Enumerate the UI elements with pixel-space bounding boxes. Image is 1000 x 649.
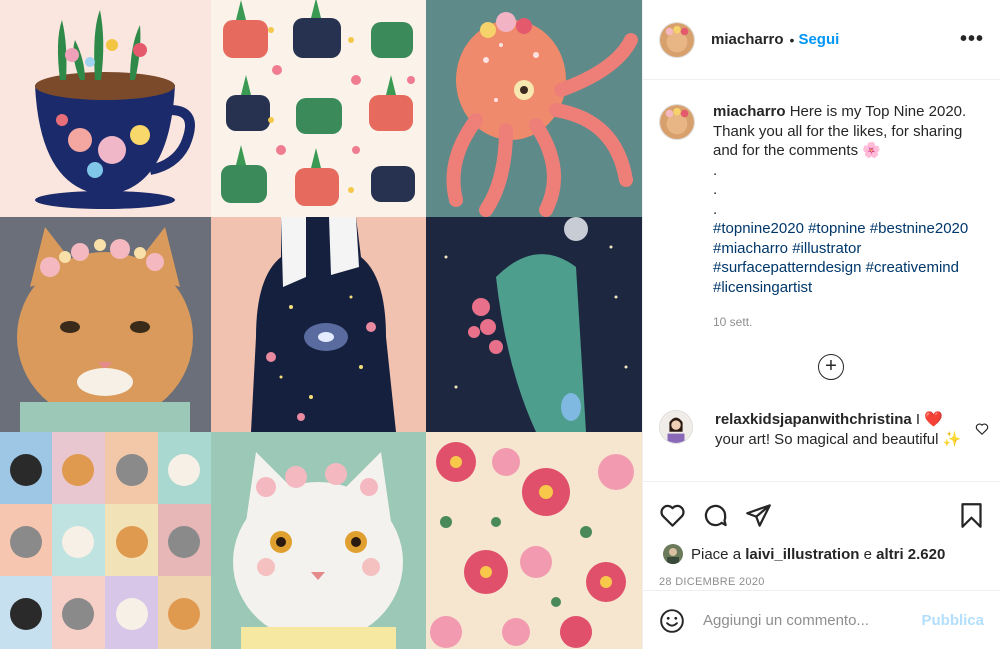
post-side-panel: miacharro • Segui ••• miacharro Here is … <box>642 0 1000 649</box>
tile-whale-space <box>426 217 642 432</box>
follow-button[interactable]: Segui <box>798 31 839 48</box>
tile-cats-grid <box>0 432 211 649</box>
tile-white-cat <box>211 432 426 649</box>
commenter-username[interactable]: relaxkidsjapanwithchristina <box>715 411 912 428</box>
more-options-icon[interactable]: ••• <box>960 28 984 51</box>
plus-icon: + <box>825 355 837 377</box>
caption-body: miacharro Here is my Top Nine 2020. Than… <box>713 102 983 333</box>
load-more-comments-button[interactable]: + <box>818 354 844 380</box>
add-comment-bar: Pubblica <box>643 590 1000 649</box>
caption-avatar[interactable] <box>659 104 695 140</box>
tile-octopus <box>426 0 642 217</box>
commenter-avatar[interactable] <box>659 410 693 444</box>
caption-dot: . <box>713 200 718 218</box>
comment-body: relaxkidsjapanwithchristina I ❤️ your ar… <box>715 410 965 450</box>
tile-galaxy-woman <box>211 217 426 432</box>
post-actions: Piace a laivi_illustration e altri 2.620… <box>643 481 1000 649</box>
caption-dot: . <box>713 181 718 198</box>
caption-time[interactable]: 10 sett. <box>713 313 983 333</box>
share-icon[interactable] <box>745 502 772 529</box>
likes-summary: Piace a laivi_illustration e altri 2.620 <box>643 534 1000 564</box>
likes-prefix: Piace a <box>691 545 742 563</box>
publish-button[interactable]: Pubblica <box>921 612 984 629</box>
liker-avatar[interactable] <box>663 544 683 564</box>
tile-cat-flower-crown <box>0 217 211 432</box>
caption-hashtags[interactable]: #topnine2020 #topnine #bestnine2020 #mia… <box>713 219 983 297</box>
caption-username[interactable]: miacharro <box>713 103 786 120</box>
post-date[interactable]: 28 DICEMBRE 2020 <box>643 564 1000 588</box>
tile-teacup-flowers <box>0 0 211 217</box>
bookmark-icon[interactable] <box>959 502 984 529</box>
comment-item: relaxkidsjapanwithchristina I ❤️ your ar… <box>659 410 989 450</box>
like-comment-icon[interactable] <box>975 422 989 436</box>
author-username[interactable]: miacharro <box>711 31 784 48</box>
comment-icon[interactable] <box>702 502 729 529</box>
heart-icon[interactable] <box>659 502 686 529</box>
action-icons-row <box>643 482 1000 534</box>
caption: miacharro Here is my Top Nine 2020. Than… <box>643 80 1000 333</box>
comment-input[interactable] <box>703 612 922 629</box>
post-header: miacharro • Segui ••• <box>643 0 1000 80</box>
emoji-icon[interactable] <box>659 608 685 634</box>
caption-dot: . <box>713 161 718 179</box>
likes-and: e <box>863 545 872 563</box>
post-image-grid[interactable] <box>0 0 642 649</box>
likes-others[interactable]: altri 2.620 <box>876 546 945 563</box>
tile-floral-pattern <box>426 432 642 649</box>
comments-section: miacharro Here is my Top Nine 2020. Than… <box>643 80 1000 481</box>
author-avatar[interactable] <box>659 21 695 58</box>
likes-user[interactable]: laivi_illustration <box>745 546 859 563</box>
header-separator: • <box>789 31 795 48</box>
tile-teacups-pattern <box>211 0 426 217</box>
